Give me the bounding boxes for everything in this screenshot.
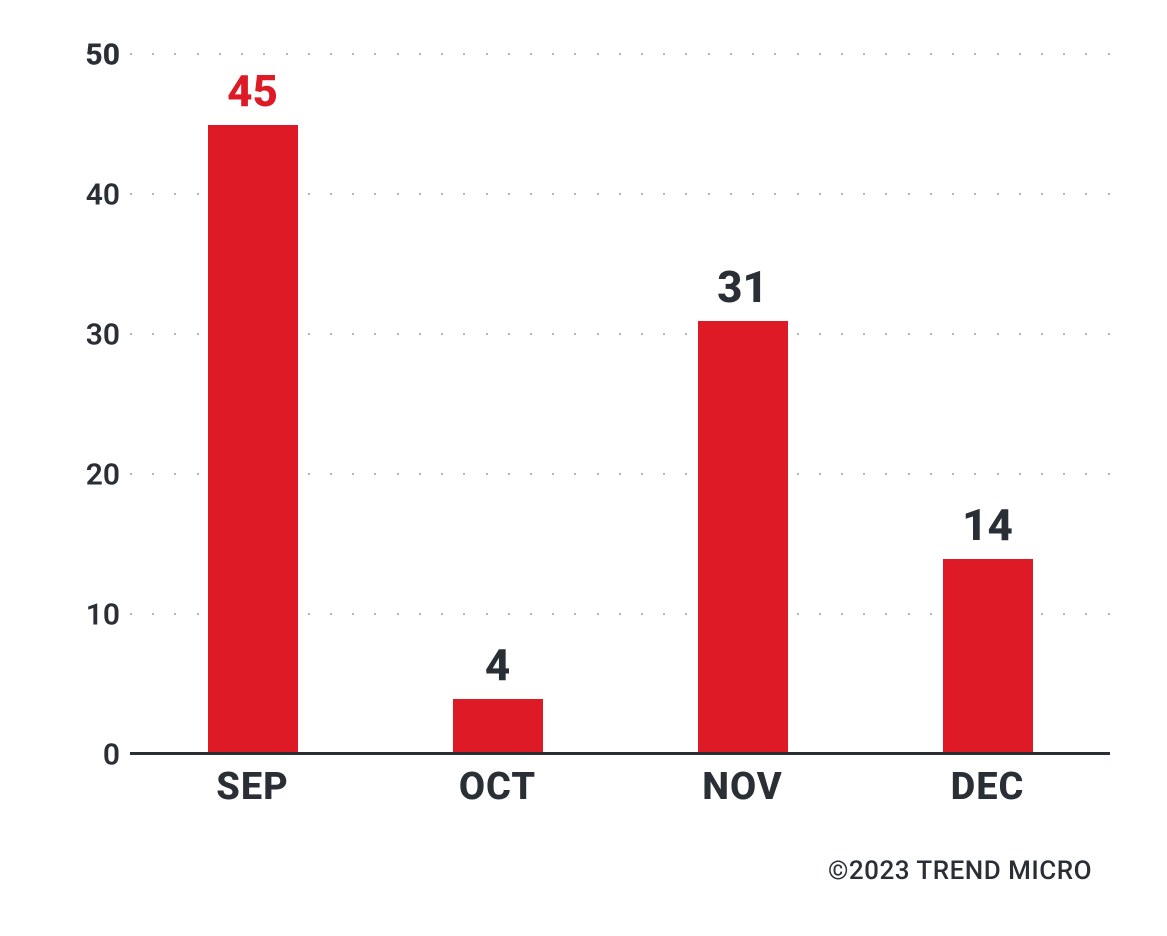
value-label: 45 (227, 65, 278, 117)
y-tick: 20 (40, 458, 120, 493)
y-tick: 50 (40, 38, 120, 73)
y-tick: 40 (40, 178, 120, 213)
x-tick-label: DEC (951, 765, 1025, 809)
footer-copyright: ©2023 TREND MICRO (828, 856, 1092, 886)
bar (698, 321, 788, 755)
plot-area: 45 4 31 14 (130, 55, 1110, 755)
bar (208, 125, 298, 755)
bars: 45 4 31 14 (130, 55, 1110, 755)
bar (453, 699, 543, 755)
value-label: 31 (717, 261, 768, 313)
x-tick-label: OCT (459, 765, 536, 809)
y-tick: 10 (40, 598, 120, 633)
y-tick: 30 (40, 318, 120, 353)
x-tick-label: SEP (216, 765, 289, 809)
y-axis: 01020304050 (60, 55, 120, 755)
chart-container: 4543114 01020304050 SEPOCTNOVDEC (60, 55, 1120, 805)
bar-group: 31 (698, 321, 788, 755)
bar-group: 14 (943, 559, 1033, 755)
bar (943, 559, 1033, 755)
bar-group: 45 (208, 125, 298, 755)
value-label: 14 (962, 499, 1013, 551)
value-label: 4 (485, 639, 510, 691)
x-axis-baseline (130, 752, 1110, 755)
x-tick-label: NOV (702, 765, 783, 809)
bar-group: 4 (453, 699, 543, 755)
y-tick: 0 (40, 738, 120, 773)
